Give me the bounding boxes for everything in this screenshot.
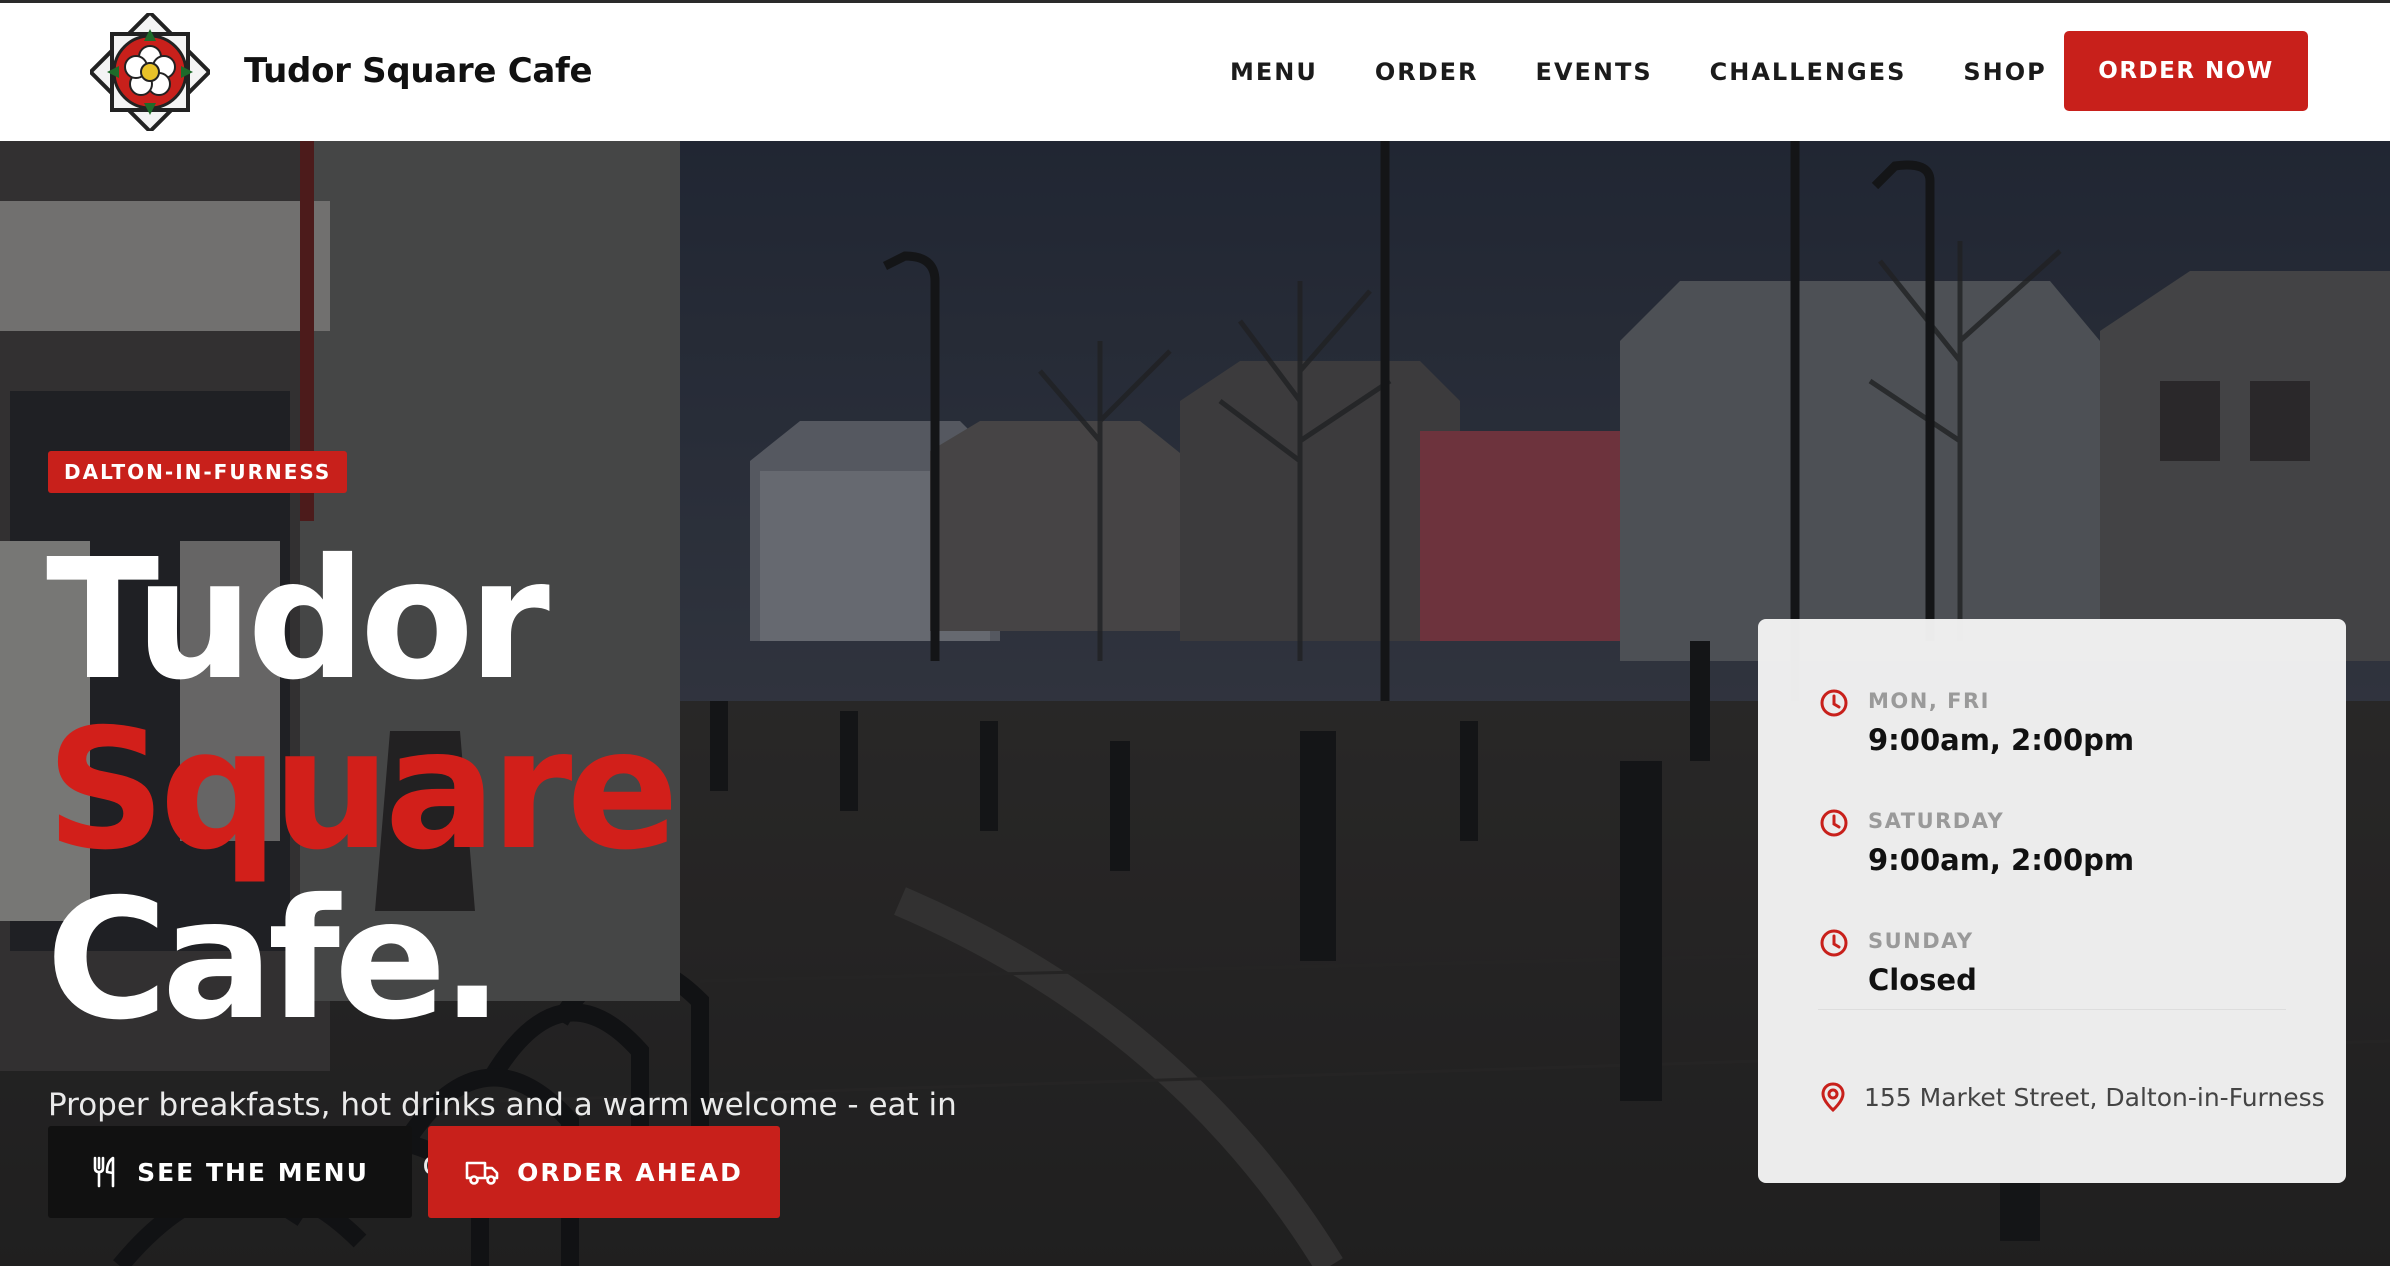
- hours-day: MON, FRI: [1868, 689, 1990, 713]
- nav-order[interactable]: ORDER: [1375, 58, 1479, 86]
- hero-section: DALTON-IN-FURNESS Tudor Square Cafe. Pro…: [0, 141, 2390, 1266]
- headline-line-3: Cafe.: [46, 864, 504, 1057]
- tudor-rose-icon[interactable]: [87, 9, 213, 135]
- opening-hours-card: MON, FRI 9:00am, 2:00pm SATURDAY 9:00am,…: [1758, 619, 2346, 1183]
- delivery-truck-icon: [465, 1161, 499, 1185]
- see-the-menu-label: SEE THE MENU: [137, 1157, 369, 1187]
- map-pin-icon: [1821, 1082, 1845, 1113]
- order-now-button[interactable]: ORDER NOW: [2064, 31, 2308, 111]
- card-divider: [1818, 1009, 2286, 1010]
- nav-challenges[interactable]: CHALLENGES: [1710, 58, 1907, 86]
- hours-time: 9:00am, 2:00pm: [1868, 723, 2135, 757]
- location-tag: DALTON-IN-FURNESS: [48, 451, 348, 493]
- address-text: 155 Market Street, Dalton-in-Furness: [1864, 1083, 2325, 1112]
- nav-menu[interactable]: MENU: [1230, 58, 1318, 86]
- brand-name[interactable]: Tudor Square Cafe: [244, 51, 593, 91]
- clock-icon: [1820, 689, 1848, 717]
- headline-line-2: Square: [46, 694, 679, 887]
- site-header: Tudor Square Cafe MENU ORDER EVENTS CHAL…: [0, 3, 2390, 141]
- order-ahead-button[interactable]: ORDER AHEAD: [428, 1126, 780, 1218]
- hours-time: Closed: [1868, 963, 1977, 997]
- nav-shop[interactable]: SHOP: [1963, 58, 2046, 86]
- main-nav: MENU ORDER EVENTS CHALLENGES SHOP: [1230, 58, 2104, 86]
- hero-headline: Tudor Square Cafe.: [46, 524, 679, 1057]
- hours-time: 9:00am, 2:00pm: [1868, 843, 2135, 877]
- order-ahead-label: ORDER AHEAD: [517, 1157, 743, 1187]
- cutlery-icon: [93, 1156, 115, 1188]
- hours-day: SATURDAY: [1868, 809, 2005, 833]
- see-the-menu-button[interactable]: SEE THE MENU: [48, 1126, 412, 1218]
- clock-icon: [1820, 929, 1848, 957]
- hours-day: SUNDAY: [1868, 929, 1974, 953]
- headline-line-1: Tudor: [46, 524, 550, 717]
- clock-icon: [1820, 809, 1848, 837]
- nav-events[interactable]: EVENTS: [1536, 58, 1653, 86]
